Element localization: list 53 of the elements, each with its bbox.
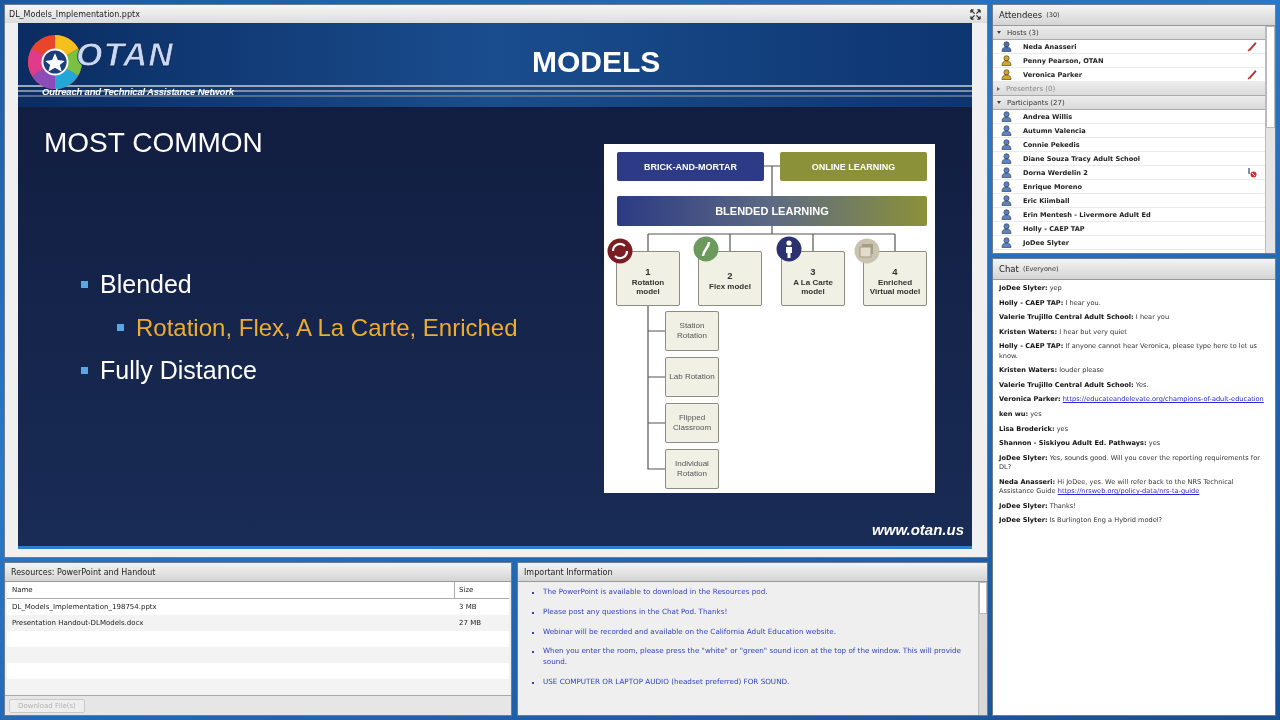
slide-title: MOST COMMON	[44, 127, 264, 159]
user-icon	[1001, 125, 1012, 136]
diagram-box: BLENDED LEARNING	[617, 196, 927, 226]
model-box: 4 Enriched Virtual model	[863, 251, 927, 306]
user-icon	[1001, 41, 1012, 52]
user-icon	[1001, 139, 1012, 150]
logo-tagline: Outreach and Technical Assistance Network	[42, 86, 234, 97]
pencil-icon	[1247, 41, 1257, 52]
user-icon	[1001, 237, 1012, 248]
user-icon	[1001, 209, 1012, 220]
scrollbar[interactable]	[1265, 26, 1275, 253]
rotation-box: Station Rotation	[665, 311, 719, 351]
model-box: 2 Flex model	[698, 251, 762, 306]
bullet-icon	[81, 281, 88, 288]
rotate-icon	[607, 238, 633, 264]
pod-title: Chat	[999, 264, 1019, 274]
pod-title: DL_Models_Implementation.pptx	[9, 9, 140, 19]
user-icon	[1001, 181, 1012, 192]
model-box: 3 A La Carte model	[781, 251, 845, 306]
rotation-box: Individual Rotation	[665, 449, 719, 489]
scrollbar[interactable]	[978, 582, 987, 715]
model-box: 1 Rotation model	[616, 251, 680, 306]
pencil-icon	[1247, 69, 1257, 80]
user-icon	[1001, 55, 1012, 66]
bullet-text: Rotation, Flex, A La Carte, Enriched	[136, 313, 518, 342]
expand-icon	[997, 101, 1001, 104]
user-icon	[1001, 153, 1012, 164]
user-icon	[1001, 69, 1012, 80]
rotation-box: Lab Rotation	[665, 357, 719, 397]
phone-muted-icon	[1246, 167, 1257, 178]
slide-footer-url: www.otan.us	[872, 521, 964, 538]
pod-title: Resources: PowerPoint and Handout	[11, 567, 156, 577]
stack-icon	[854, 238, 880, 264]
bullet-icon	[117, 324, 124, 331]
connector-line	[762, 165, 781, 197]
person-icon	[776, 236, 802, 262]
bullet-text: Blended	[100, 270, 192, 299]
pod-title: Attendees	[999, 10, 1043, 20]
user-icon	[1001, 111, 1012, 122]
expand-icon	[997, 86, 1000, 91]
bullet-icon	[81, 367, 88, 374]
diagram-box: BRICK-AND-MORTAR	[617, 152, 764, 181]
user-icon	[1001, 195, 1012, 206]
user-icon	[1001, 167, 1012, 178]
rotation-box: Flipped Classroom	[665, 403, 719, 443]
user-icon	[1001, 223, 1012, 234]
pod-title: Important Information	[524, 567, 613, 577]
bullet-text: Fully Distance	[100, 356, 257, 385]
slide-heading: MODELS	[532, 45, 661, 80]
curve-icon	[693, 236, 719, 262]
fullscreen-icon[interactable]	[970, 8, 981, 20]
diagram-box: ONLINE LEARNING	[780, 152, 927, 181]
expand-icon	[997, 31, 1001, 34]
